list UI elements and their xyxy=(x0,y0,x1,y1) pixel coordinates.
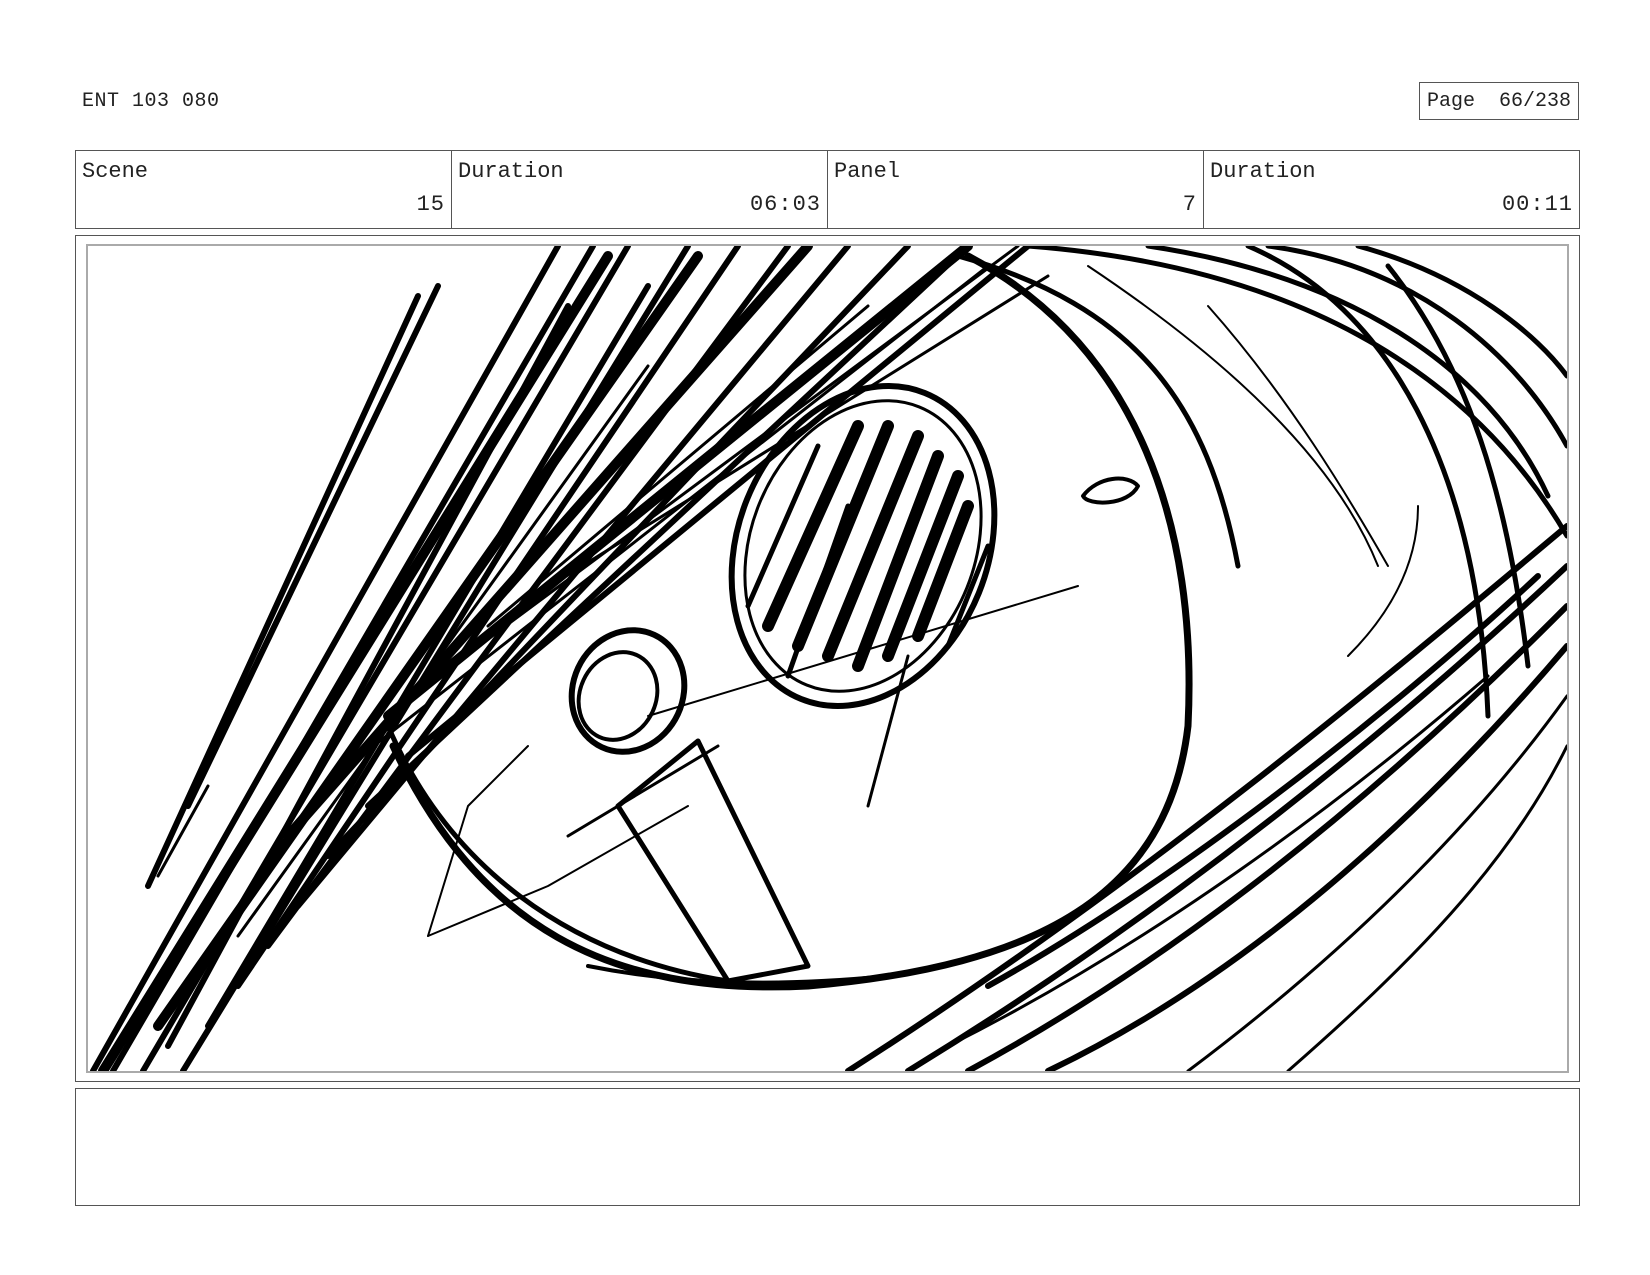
scene-duration-value: 06:03 xyxy=(749,192,821,217)
panel-duration-label: Duration xyxy=(1210,159,1316,184)
scene-label: Scene xyxy=(82,159,149,184)
panel-cell: Panel 7 xyxy=(828,151,1204,228)
page-indicator: Page 66/238 xyxy=(1419,82,1579,120)
eye-closeup-sketch xyxy=(90,246,1567,1071)
panel-notes-box xyxy=(75,1088,1580,1206)
page-number: 66/238 xyxy=(1498,89,1571,113)
scene-number: 15 xyxy=(416,192,445,217)
storyboard-drawing-area xyxy=(86,244,1569,1073)
production-id: ENT 103 080 xyxy=(82,90,220,113)
panel-duration-value: 00:11 xyxy=(1501,192,1573,217)
panel-info-row: Scene 15 Duration 06:03 Panel 7 Duration… xyxy=(75,150,1580,229)
storyboard-panel-frame xyxy=(75,235,1580,1082)
scene-cell: Scene 15 xyxy=(76,151,452,228)
panel-duration-cell: Duration 00:11 xyxy=(1204,151,1579,228)
scene-duration-cell: Duration 06:03 xyxy=(452,151,828,228)
panel-label: Panel xyxy=(834,159,901,184)
scene-duration-label: Duration xyxy=(458,159,564,184)
panel-number: 7 xyxy=(1182,192,1197,217)
page-label: Page xyxy=(1427,89,1476,113)
